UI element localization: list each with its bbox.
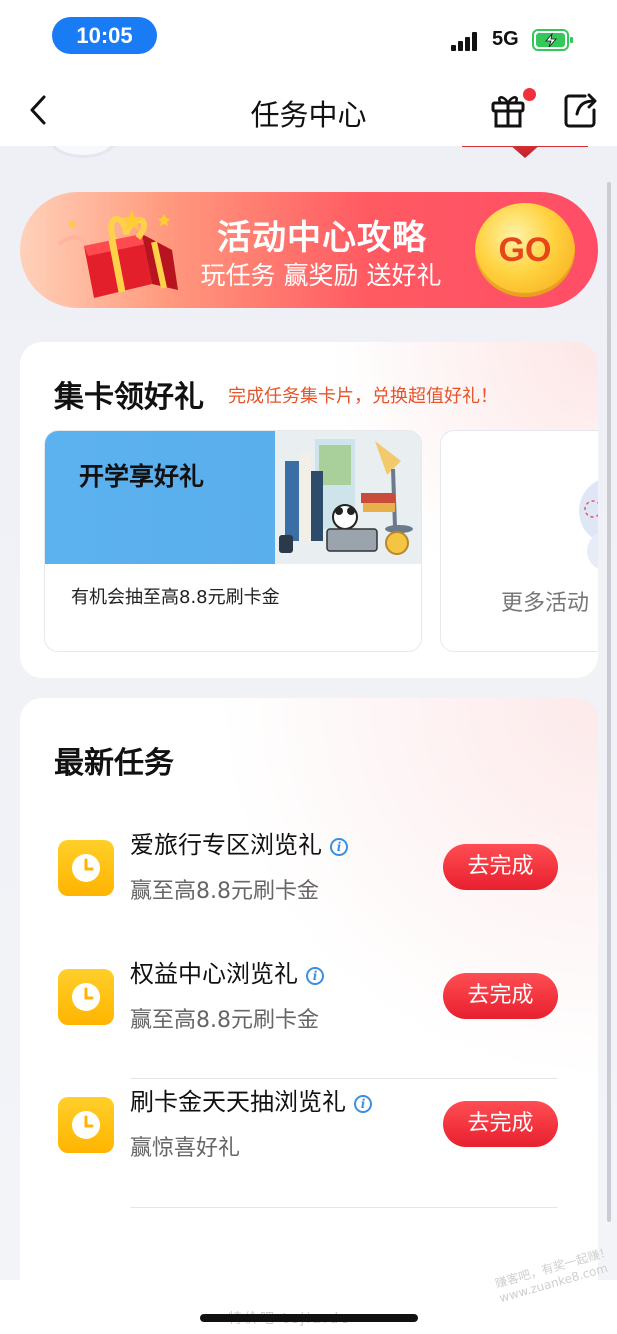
activity-guide-banner[interactable]: 活动中心攻略 玩任务 赢奖励 送好礼 GO [20,192,598,308]
activity-card-title: 开学享好礼 [79,462,205,491]
section-title: 最新任务 [54,746,174,781]
task-name: 爱旅行专区浏览礼 i [130,825,348,860]
task-row: 权益中心浏览礼 i 赢至高8.8元刷卡金 去完成 [20,932,598,1060]
info-icon[interactable]: i [354,1095,372,1113]
share-icon[interactable] [561,90,601,130]
scrollbar[interactable] [607,182,611,1222]
ribbon-remnant [462,146,588,158]
task-row: 爱旅行专区浏览礼 i 赢至高8.8元刷卡金 去完成 [20,803,598,931]
banner-title: 活动中心攻略 [217,218,427,258]
collect-cards-section: 集卡领好礼 完成任务集卡片，兑换超值好礼！ 开学享好礼 有机会抽至高8.8元刷卡… [20,342,598,678]
activity-card[interactable]: 开学享好礼 有机会抽至高8.8元刷卡金 [44,430,422,652]
home-indicator[interactable] [200,1314,418,1322]
activity-card-description: 有机会抽至高8.8元刷卡金 [71,587,280,608]
task-name: 权益中心浏览礼 i [130,954,324,989]
more-activities-label: 更多活动 [501,591,590,616]
task-name-text: 刷卡金天天抽浏览礼 [130,1088,346,1116]
task-description: 赢至高8.8元刷卡金 [130,1008,319,1033]
more-activities-card[interactable]: 更多活动 [440,430,598,652]
notification-dot [523,88,536,101]
task-name-text: 爱旅行专区浏览礼 [130,831,322,859]
clock-icon [58,1097,114,1153]
gift-icon[interactable] [488,90,528,130]
task-complete-button[interactable]: 去完成 [443,844,558,890]
task-description: 赢至高8.8元刷卡金 [130,879,319,904]
network-label: 5G [492,28,519,50]
banner-subtitle: 玩任务 赢奖励 送好礼 [200,261,442,290]
task-complete-button[interactable]: 去完成 [443,1101,558,1147]
latest-tasks-section: 最新任务 爱旅行专区浏览礼 i 赢至高8.8元刷卡金 去完成 权益中心浏览礼 i 赢… [20,698,598,1280]
status-bar: 10:05 5G [0,0,617,76]
signal-icon [451,31,483,51]
avatar-remnant [48,146,118,158]
battery-charging-icon [532,29,573,51]
nav-bar: 任务中心 [0,76,617,146]
section-subtitle: 完成任务集卡片，兑换超值好礼！ [228,386,498,407]
info-icon[interactable]: i [306,967,324,985]
clock-icon [58,969,114,1025]
more-activities-illustration [579,480,598,569]
gift-box-illustration [57,210,178,298]
task-description: 赢惊喜好礼 [130,1136,241,1161]
task-name-text: 权益中心浏览礼 [130,960,298,988]
info-icon[interactable]: i [330,838,348,856]
clock-icon [58,840,114,896]
go-button[interactable]: GO [475,203,575,297]
section-title: 集卡领好礼 [54,380,204,415]
task-row: 刷卡金天天抽浏览礼 i 赢惊喜好礼 去完成 [20,1060,598,1188]
task-name: 刷卡金天天抽浏览礼 i [130,1082,372,1117]
task-complete-button[interactable]: 去完成 [443,973,558,1019]
main-content[interactable]: 活动中心攻略 玩任务 赢奖励 送好礼 GO 集卡领好礼 完成任务集卡片，兑换超值… [0,146,617,1280]
divider [130,1207,558,1208]
desk-lamp-books-illustration [275,431,421,564]
status-time: 10:05 [52,17,157,54]
